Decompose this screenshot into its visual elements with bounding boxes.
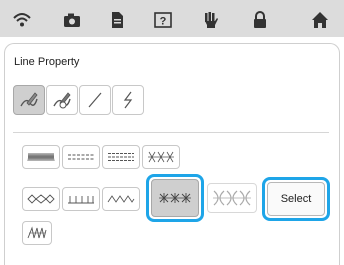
svg-text:?: ? bbox=[160, 16, 167, 28]
section-divider bbox=[13, 132, 329, 133]
double-dashed-stitch-button[interactable] bbox=[102, 145, 140, 169]
candlewick-stitch-icon bbox=[27, 226, 47, 239]
straight-line-button[interactable] bbox=[79, 85, 111, 115]
select-button-highlight bbox=[262, 177, 330, 221]
wave-stitch-button[interactable] bbox=[102, 187, 140, 211]
eraser-pen-icon bbox=[53, 92, 71, 109]
eraser-pen-button[interactable] bbox=[46, 85, 78, 115]
pen-stroke-button[interactable] bbox=[13, 85, 45, 115]
motif-stitch-dimmed-icon bbox=[213, 190, 251, 206]
wave-stitch-icon bbox=[107, 195, 135, 203]
help-icon[interactable]: ? bbox=[153, 10, 173, 30]
selected-stitch-highlight bbox=[146, 174, 204, 222]
camera-icon[interactable] bbox=[62, 10, 82, 30]
blanket-stitch-icon bbox=[68, 196, 94, 204]
triple-cross-stitch-icon bbox=[148, 151, 174, 163]
home-icon[interactable] bbox=[310, 10, 330, 30]
triple-cross-stitch-button[interactable] bbox=[142, 145, 180, 169]
document-icon[interactable] bbox=[107, 10, 127, 30]
zigzag-satin-stitch-button[interactable] bbox=[22, 145, 60, 169]
zigzag-line-button[interactable] bbox=[112, 85, 144, 115]
hand-icon[interactable] bbox=[201, 10, 221, 30]
zigzag-satin-stitch-icon bbox=[27, 152, 55, 162]
blanket-stitch-button[interactable] bbox=[62, 187, 100, 211]
motif-stitch-dimmed-button[interactable] bbox=[207, 183, 257, 213]
double-dashed-stitch-icon bbox=[108, 153, 134, 161]
dashed-line-stitch-icon bbox=[68, 154, 94, 160]
dashed-line-stitch-button[interactable] bbox=[62, 145, 100, 169]
pen-stroke-icon bbox=[20, 92, 38, 107]
straight-line-icon bbox=[88, 92, 102, 108]
lock-icon[interactable] bbox=[250, 10, 270, 30]
wifi-icon[interactable] bbox=[12, 10, 32, 30]
panel-title: Line Property bbox=[14, 56, 80, 68]
chain-stitch-button[interactable] bbox=[22, 187, 60, 211]
candlewick-stitch-button[interactable] bbox=[22, 221, 52, 245]
top-toolbar: ? bbox=[0, 0, 344, 37]
zigzag-line-icon bbox=[123, 91, 133, 109]
chain-stitch-icon bbox=[27, 194, 55, 204]
